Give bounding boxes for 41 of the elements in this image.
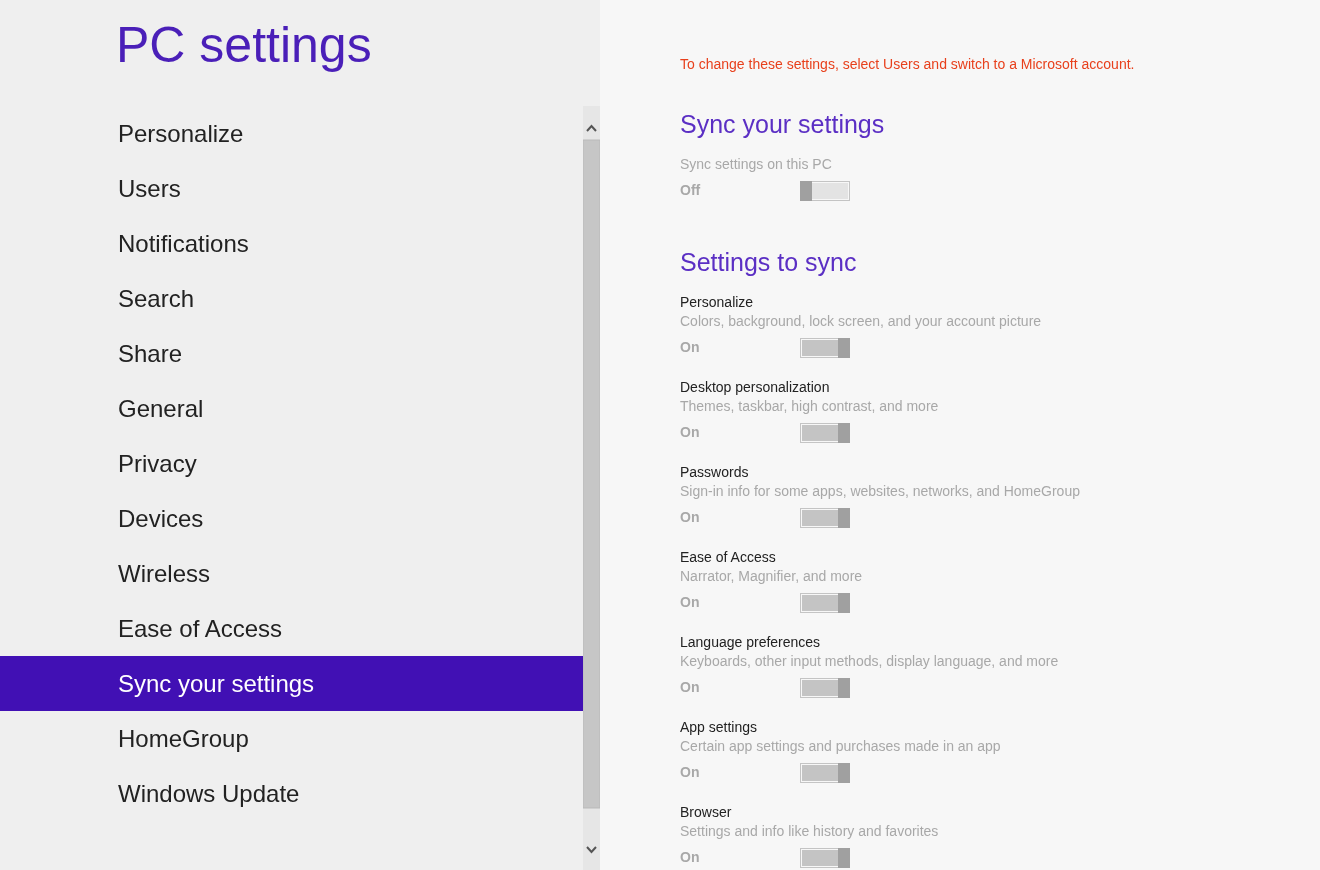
setting-description: Sign-in info for some apps, websites, networks, and HomeGroup xyxy=(680,482,1081,501)
setting-name: App settings xyxy=(680,718,759,737)
toggle-state-text: On xyxy=(680,508,701,527)
setting-description: Settings and info like history and favorites xyxy=(680,822,940,841)
setting-label: Sync settings on this PC xyxy=(680,155,833,174)
setting-description: Keyboards, other input methods, display language, and more xyxy=(680,652,1060,671)
setting-name: Passwords xyxy=(680,463,750,482)
notice-text: To change these settings, select Users and switch to a Microsoft account. xyxy=(680,55,1136,74)
nav-item[interactable]: Devices xyxy=(0,491,583,546)
toggle-state-text: On xyxy=(680,423,701,442)
nav-item[interactable]: Search xyxy=(0,271,583,326)
nav-item[interactable]: Share xyxy=(0,326,583,381)
setting-description: Narrator, Magnifier, and more xyxy=(680,567,864,586)
toggle-state-text: Off xyxy=(680,181,702,200)
nav-item[interactable]: Notifications xyxy=(0,216,583,271)
section-heading: Settings to sync xyxy=(680,247,858,277)
setting-name: Browser xyxy=(680,803,733,822)
setting-description: Themes, taskbar, high contrast, and more xyxy=(680,397,940,416)
nav-item[interactable]: Users xyxy=(0,161,583,216)
scrollbar[interactable] xyxy=(583,106,600,870)
section-heading: Sync your settings xyxy=(680,109,886,139)
setting-name: Personalize xyxy=(680,293,755,312)
toggle-state-text: On xyxy=(680,338,701,357)
nav-item[interactable]: General xyxy=(0,381,583,436)
toggle-state-text: On xyxy=(680,593,701,612)
nav-item[interactable]: Sync your settings xyxy=(0,656,583,711)
nav-item[interactable]: HomeGroup xyxy=(0,711,583,766)
nav-item[interactable]: Wireless xyxy=(0,546,583,601)
page-title: PC settings xyxy=(116,17,372,73)
toggle-state-text: On xyxy=(680,678,701,697)
toggle-state-text: On xyxy=(680,848,701,867)
setting-name: Ease of Access xyxy=(680,548,777,567)
toggle-state-text: On xyxy=(680,763,701,782)
nav-item[interactable]: Windows Update xyxy=(0,766,583,821)
nav-item[interactable]: Ease of Access xyxy=(0,601,583,656)
setting-description: Colors, background, lock screen, and your account picture xyxy=(680,312,1043,331)
nav-item[interactable]: Personalize xyxy=(0,106,583,161)
setting-name: Desktop personalization xyxy=(680,378,831,397)
setting-name: Language preferences xyxy=(680,633,822,652)
setting-description: Certain app settings and purchases made in an app xyxy=(680,737,1002,756)
nav-item[interactable]: Privacy xyxy=(0,436,583,491)
